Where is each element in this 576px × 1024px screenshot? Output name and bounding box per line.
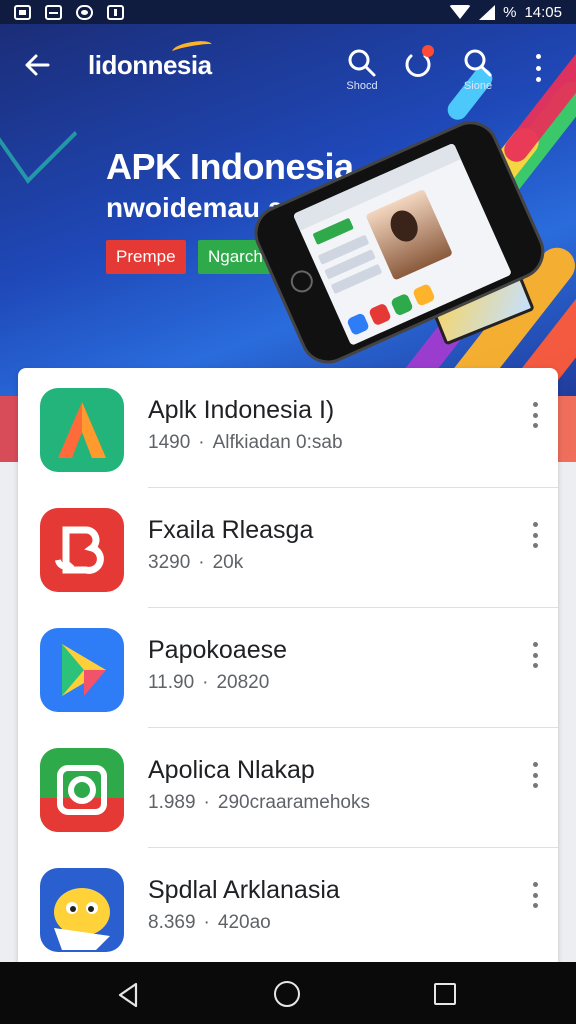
app-meta: 11.90 · 20820 [148,672,270,693]
app-version: 1490 [148,432,191,453]
camera-logo-icon [40,748,124,832]
app-version: 1.989 [148,792,196,813]
nav-back-icon [118,982,138,1008]
phone-app-icons [346,283,436,337]
item-overflow-button[interactable] [528,642,542,668]
app-detail: 20k [212,552,244,573]
signal-icon [479,4,496,20]
app-bar: lidonnesia Shocd Sione [0,24,576,104]
app-list-item[interactable]: Spdlal Arklanasia 8.369 · 420ao [18,848,558,968]
app-list-item[interactable]: Fxaila Rleasga 3290 · 20k [18,488,558,608]
apk-logo-icon [40,388,124,472]
search-action-label: Shocd [346,80,378,92]
item-overflow-button[interactable] [528,762,542,788]
item-overflow-button[interactable] [528,522,542,548]
app-name: Spdlal Arklanasia [148,876,340,904]
search-icon [348,49,376,77]
photo-notification-icon [14,4,31,20]
b-logo-icon [40,508,124,592]
app-meta: 3290 · 20k [148,552,244,573]
clock: 14:05 [524,3,562,21]
hero-banner: lidonnesia Shocd Sione APK Indonesia nwo… [0,24,576,396]
app-list-card: Aplk Indonesia I) 1490 · Alfkiadan 0:sab F… [18,368,558,968]
hero-headline: APK Indonesia [106,146,354,187]
notification-badge [422,45,434,57]
download-notification-icon [107,4,124,20]
app-name: Papokoaese [148,636,288,664]
app-name: Aplk Indonesia I) [148,396,335,424]
more-vert-icon [532,762,538,767]
item-overflow-button[interactable] [528,402,542,428]
item-overflow-button[interactable] [528,882,542,908]
chat-notification-icon [76,4,93,20]
app-detail: Alfkiadan 0:sab [212,432,343,453]
app-detail: 420ao [217,912,271,933]
more-vert-icon [532,642,538,647]
primary-hero-button[interactable]: Prempe [106,240,186,274]
app-list-item[interactable]: Papokoaese 11.90 · 20820 [18,608,558,728]
search-store-label: Sione [463,80,493,92]
app-meta: 8.369 · 420ao [148,912,271,933]
app-meta: 1490 · Alfkiadan 0:sab [148,432,343,453]
overflow-menu-button[interactable] [526,52,550,84]
nav-recents-button[interactable] [434,983,456,1005]
more-vert-icon [535,54,541,59]
notification-icons [14,4,124,20]
app-detail: 20820 [216,672,270,693]
app-title: lidonnesia [88,50,212,80]
app-version: 8.369 [148,912,196,933]
battery-indicator: % [503,3,517,21]
app-meta: 1.989 · 290craaramehoks [148,792,370,813]
app-version: 3290 [148,552,191,573]
nav-home-button[interactable] [274,981,300,1007]
back-arrow-icon [25,54,50,76]
search-icon [464,49,492,77]
play-triangle-icon [40,628,124,712]
wifi-icon [449,5,472,19]
search-store-button[interactable]: Sione [458,48,498,108]
more-vert-icon [532,522,538,527]
more-vert-icon [532,882,538,887]
search-action-button[interactable]: Shocd [342,48,382,108]
phone-home-key-icon [287,266,317,296]
message-notification-icon [45,4,62,20]
app-version: 11.90 [148,672,195,693]
status-bar: % 14:05 [0,0,576,24]
nav-back-button[interactable] [116,982,142,1013]
app-name: Apolica Nlakap [148,756,315,784]
app-name: Fxaila Rleasga [148,516,314,544]
app-list-item[interactable]: Apolica Nlakap 1.989 · 290craaramehoks [18,728,558,848]
app-list-item[interactable]: Aplk Indonesia I) 1490 · Alfkiadan 0:sab [18,368,558,488]
back-arrow-button[interactable] [22,50,54,82]
more-vert-icon [532,402,538,407]
share-action-button[interactable] [398,45,438,108]
system-indicators: % 14:05 [449,4,562,21]
mascot-icon [40,868,124,952]
system-nav-bar [0,962,576,1024]
app-detail: 290craaramehoks [217,792,370,813]
